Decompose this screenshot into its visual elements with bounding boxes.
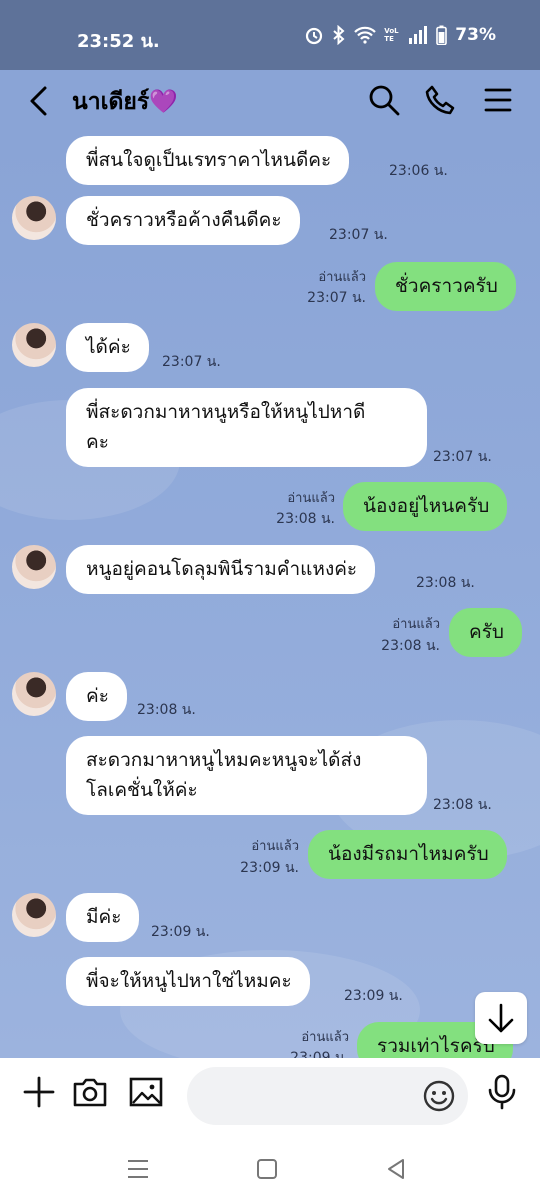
chat-title[interactable]: นาเดียร์💜 <box>72 84 178 120</box>
message-time: 23:09 น. <box>240 860 299 876</box>
search-icon[interactable] <box>368 84 400 116</box>
incoming-message[interactable]: พี่สนใจดูเป็นเรทราคาไหนดีคะ <box>66 136 350 185</box>
battery-icon <box>436 25 448 45</box>
message-time: 23:08 น. <box>276 511 335 527</box>
read-receipt: อ่านแล้ว <box>318 270 366 285</box>
back-icon[interactable] <box>381 1154 411 1184</box>
message-time: 23:07 น. <box>329 227 388 243</box>
incoming-message[interactable]: หนูอยู่คอนโดลุมพินีรามคำแหงค่ะ <box>66 545 376 594</box>
arrow-down-icon <box>488 1003 514 1033</box>
incoming-message[interactable]: พี่สะดวกมาหาหนูหรือให้หนูไปหาดี คะ <box>66 388 427 467</box>
chat-header: นาเดียร์💜 <box>0 70 540 130</box>
message-line: คะ <box>86 431 109 453</box>
outgoing-message[interactable]: น้องอยู่ไหนครับ <box>343 482 508 531</box>
message-time: 23:08 น. <box>381 638 440 654</box>
status-bar: 23:52 น. VoLTE 73% <box>0 0 540 70</box>
plus-icon[interactable] <box>21 1074 57 1110</box>
battery-percent: 73% <box>455 25 496 45</box>
chat-area[interactable]: พี่สนใจดูเป็นเรทราคาไหนดีคะ 23:06 น. ชั่… <box>0 130 540 1058</box>
message-time: 23:09 น. <box>151 924 210 940</box>
read-receipt: อ่านแล้ว <box>392 617 440 632</box>
avatar[interactable] <box>12 323 56 367</box>
message-time: 23:07 น. <box>307 290 366 306</box>
menu-icon[interactable] <box>482 84 514 116</box>
wifi-icon <box>354 26 377 44</box>
back-arrow-icon[interactable] <box>26 84 54 118</box>
incoming-message[interactable]: สะดวกมาหาหนูไหมคะหนูจะได้ส่ง โลเคชั่นให้… <box>66 736 427 815</box>
incoming-message[interactable]: ชั่วคราวหรือค้างคืนดีคะ <box>66 196 300 245</box>
incoming-message[interactable]: มีค่ะ <box>66 893 140 942</box>
home-icon[interactable] <box>252 1154 282 1184</box>
message-time: 23:08 น. <box>137 702 196 718</box>
avatar[interactable] <box>12 672 56 716</box>
signal-icon <box>409 26 428 44</box>
status-time: 23:52 น. <box>77 31 160 52</box>
message-time: 23:09 น. <box>290 1050 349 1058</box>
outgoing-message[interactable]: ครับ <box>449 608 522 657</box>
outgoing-message[interactable]: ชั่วคราวครับ <box>375 262 516 311</box>
phone-icon[interactable] <box>424 84 456 116</box>
camera-icon[interactable] <box>72 1074 108 1110</box>
read-receipt: อ่านแล้ว <box>301 1030 349 1045</box>
message-time: 23:07 น. <box>433 449 492 465</box>
avatar[interactable] <box>12 893 56 937</box>
message-line: โลเคชั่นให้ค่ะ <box>86 779 198 801</box>
input-bar <box>0 1058 540 1136</box>
incoming-message[interactable]: พี่จะให้หนูไปหาใช่ไหมคะ <box>66 957 310 1006</box>
status-icons: VoLTE 73% <box>304 25 496 45</box>
avatar[interactable] <box>12 545 56 589</box>
message-time: 23:08 น. <box>433 797 492 813</box>
read-receipt: อ่านแล้ว <box>287 491 335 506</box>
message-time: 23:06 น. <box>389 163 448 179</box>
recent-apps-icon[interactable] <box>123 1154 153 1184</box>
incoming-message[interactable]: ได้ค่ะ <box>66 323 149 372</box>
message-time: 23:09 น. <box>344 988 403 1004</box>
bluetooth-icon <box>333 25 345 45</box>
message-time: 23:07 น. <box>162 354 221 370</box>
scroll-to-bottom-button[interactable] <box>475 992 527 1044</box>
incoming-message[interactable]: ค่ะ <box>66 672 127 721</box>
avatar[interactable] <box>12 196 56 240</box>
message-time: 23:08 น. <box>416 575 475 591</box>
read-receipt: อ่านแล้ว <box>251 839 299 854</box>
image-icon[interactable] <box>128 1074 164 1110</box>
message-line: พี่สะดวกมาหาหนูหรือให้หนูไปหาดี <box>86 401 366 423</box>
outgoing-message[interactable]: น้องมีรถมาไหมครับ <box>308 830 507 879</box>
emoji-icon[interactable] <box>422 1079 456 1113</box>
microphone-icon[interactable] <box>484 1074 520 1110</box>
message-line: สะดวกมาหาหนูไหมคะหนูจะได้ส่ง <box>86 749 362 771</box>
alarm-icon <box>306 27 323 45</box>
volte-icon: VoLTE <box>384 27 399 43</box>
system-nav-bar <box>0 1136 540 1200</box>
